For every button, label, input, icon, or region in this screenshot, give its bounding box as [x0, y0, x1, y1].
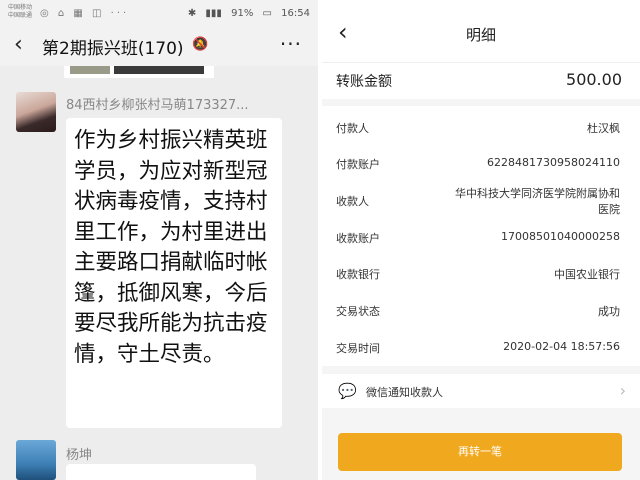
avatar[interactable]: [16, 92, 56, 132]
notify-label: 微信通知收款人: [366, 386, 443, 399]
info-key: 付款账户: [336, 158, 380, 171]
transfer-amount-row: 转账金额 500.00: [322, 62, 640, 99]
transfer-again-button[interactable]: 再转一笔: [338, 433, 622, 471]
transaction-info: 付款人 杜汉枫 付款账户 6228481730958024110 收款人 华中科…: [322, 106, 640, 366]
info-key: 付款人: [336, 122, 369, 135]
battery-percent: 91%: [231, 8, 254, 19]
amount-label: 转账金额: [336, 74, 392, 90]
thumbnail-image: [114, 66, 204, 74]
mute-bell-icon: 🔕: [192, 37, 209, 52]
info-key: 收款银行: [336, 268, 380, 281]
status-right: ✱ ▮▮▮ 91% ▭ 16:54: [182, 8, 310, 19]
message-bubble[interactable]: 作为乡村振兴精英班学员，为应对新型冠状病毒疫情，支持村里工作，为村里进出主要路口…: [66, 118, 282, 428]
back-arrow-icon[interactable]: ‹: [14, 32, 23, 57]
info-key: 收款人: [336, 195, 369, 208]
info-value: 17008501040000258: [501, 230, 620, 243]
wechat-icon: 💬: [338, 382, 357, 400]
carrier-line-1: 中国移动: [8, 4, 33, 11]
info-value: 成功: [598, 305, 620, 318]
info-value: 杜汉枫: [587, 122, 620, 135]
notification-icons: ◎ ⌂ ▦ ◫ ···: [40, 8, 130, 19]
message-bubble[interactable]: [66, 464, 256, 480]
info-key: 交易状态: [336, 305, 380, 318]
message-text: 作为乡村振兴精英班学员，为应对新型冠状病毒疫情，支持村里工作，为村里进出主要路口…: [74, 128, 268, 367]
chat-screen: 中国移动 中国联通 ◎ ⌂ ▦ ◫ ··· ✱ ▮▮▮ 91% ▭ 16:54 …: [0, 0, 318, 480]
transfer-detail-screen: ‹ 明细 转账金额 500.00 付款人 杜汉枫 付款账户 6228481730…: [322, 0, 640, 480]
bluetooth-icon: ✱: [187, 8, 197, 19]
status-bar: 中国移动 中国联通 ◎ ⌂ ▦ ◫ ··· ✱ ▮▮▮ 91% ▭ 16:54: [0, 0, 318, 26]
clock: 16:54: [281, 8, 310, 19]
thumbnail-image: [70, 66, 110, 74]
page-title: 明细: [465, 26, 496, 44]
more-options-icon[interactable]: ···: [280, 32, 302, 56]
sender-name: 杨坤: [66, 448, 93, 463]
chat-header: ‹ 第2期振兴班(170) 🔕 ···: [0, 26, 318, 66]
info-value-line-2: 医院: [598, 203, 620, 216]
info-value-line-1: 华中科技大学同济医学院附属协和: [455, 187, 620, 200]
info-key: 交易时间: [336, 342, 380, 355]
carrier-line-2: 中国联通: [8, 12, 33, 19]
carrier-label: 中国移动 中国联通: [8, 4, 32, 20]
detail-header: ‹ 明细: [322, 0, 640, 62]
battery-icon: ▭: [262, 8, 272, 19]
info-key: 收款账户: [336, 232, 380, 245]
signal-icon: ▮▮▮: [205, 8, 222, 19]
chevron-right-icon: ›: [619, 381, 626, 400]
amount-value: 500.00: [566, 70, 622, 89]
info-value: 2020-02-04 18:57:56: [503, 340, 620, 353]
notify-payee-row[interactable]: 💬 微信通知收款人 ›: [322, 374, 640, 408]
info-value: 6228481730958024110: [487, 156, 620, 169]
info-value: 中国农业银行: [554, 268, 620, 281]
sender-name: 84西村乡柳张村马萌173327...: [66, 98, 249, 113]
previous-image-message[interactable]: [64, 66, 214, 78]
avatar[interactable]: [16, 440, 56, 480]
chat-title: 第2期振兴班(170): [42, 39, 184, 59]
